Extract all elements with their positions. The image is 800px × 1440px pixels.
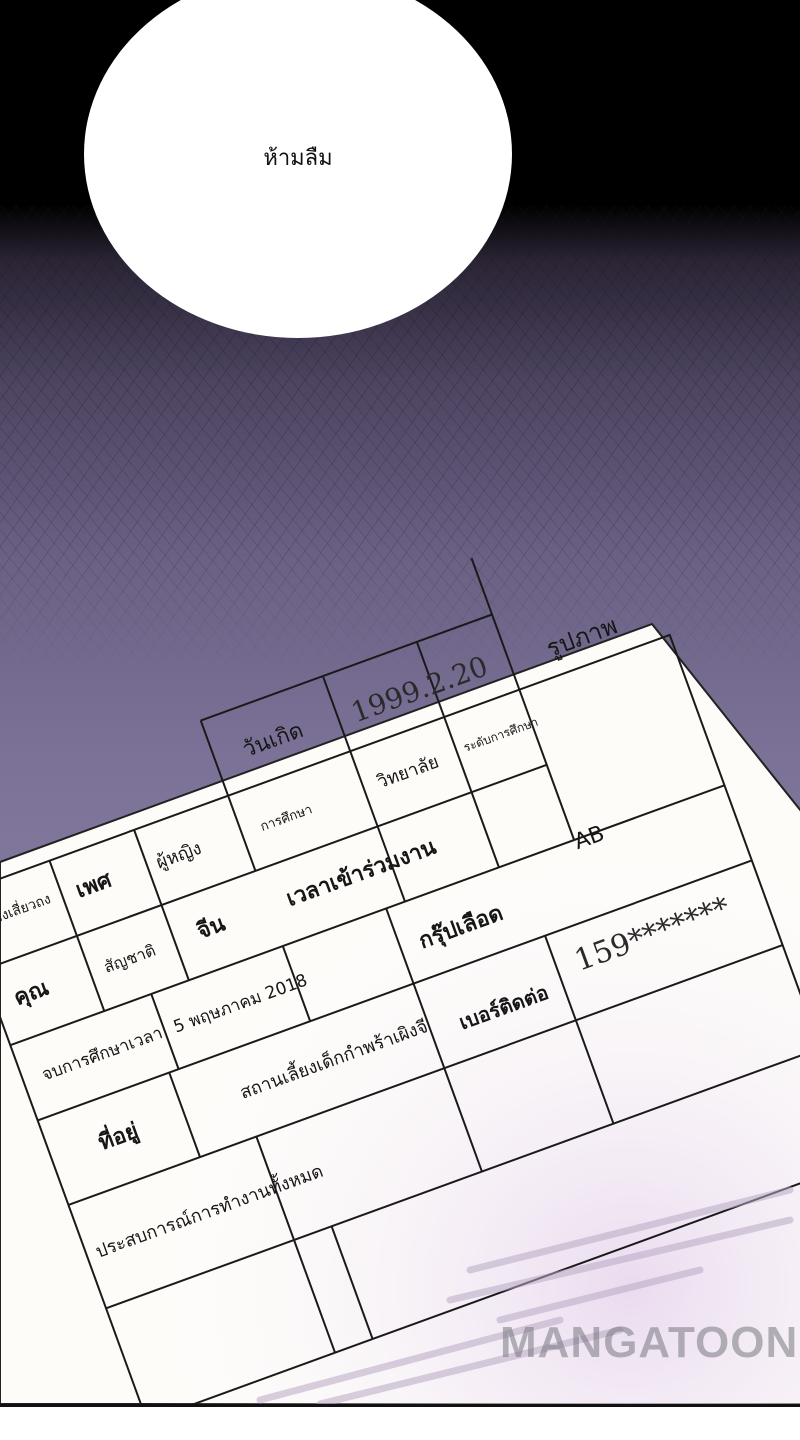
comic-panel: ห้ามลืม วันเกิด 1999.2.20 รูปภาพ เจียงเส… — [0, 0, 800, 1404]
watermark-logo: MANGATOON — [500, 1318, 799, 1367]
bottom-strip — [0, 1404, 800, 1440]
blurred-text-lines — [256, 1186, 794, 1404]
